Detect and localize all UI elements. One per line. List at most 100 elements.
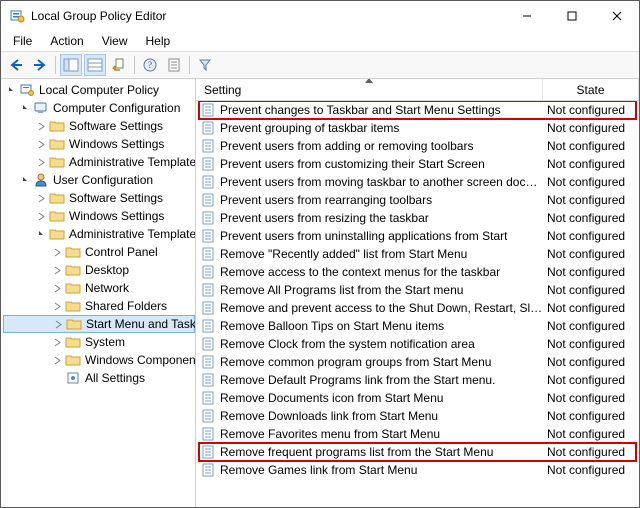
menu-action[interactable]: Action	[42, 33, 91, 49]
close-button[interactable]	[594, 1, 639, 31]
setting-state: Not configured	[543, 427, 639, 441]
setting-row[interactable]: Remove common program groups from Start …	[196, 353, 639, 371]
chevron-right-icon[interactable]	[51, 300, 63, 312]
chevron-down-icon[interactable]	[19, 174, 31, 186]
tree-item[interactable]: Software Settings	[3, 189, 195, 207]
menu-file[interactable]: File	[5, 33, 40, 49]
setting-row[interactable]: Remove frequent programs list from the S…	[196, 443, 639, 461]
tree-item[interactable]: System	[3, 333, 195, 351]
setting-row[interactable]: Prevent users from resizing the taskbarN…	[196, 209, 639, 227]
list-header: Setting State	[196, 79, 639, 101]
setting-row[interactable]: Prevent changes to Taskbar and Start Men…	[196, 101, 639, 119]
tree-item[interactable]: Windows Settings	[3, 207, 195, 225]
tree-item[interactable]: Network	[3, 279, 195, 297]
title-bar: Local Group Policy Editor	[1, 1, 639, 31]
toolbar-separator	[55, 56, 56, 74]
column-state[interactable]: State	[543, 79, 639, 100]
tree-admin-templates[interactable]: Administrative Templates	[3, 225, 195, 243]
tree-pane[interactable]: Local Computer Policy Computer Configura…	[1, 79, 196, 507]
setting-row[interactable]: Remove Clock from the system notificatio…	[196, 335, 639, 353]
setting-row[interactable]: Remove access to the context menus for t…	[196, 263, 639, 281]
show-tree-button[interactable]	[60, 54, 82, 76]
setting-row[interactable]: Remove Downloads link from Start MenuNot…	[196, 407, 639, 425]
tree-item[interactable]: Desktop	[3, 261, 195, 279]
setting-row[interactable]: Remove Favorites menu from Start Menu Not…	[196, 425, 639, 443]
policy-icon	[200, 192, 216, 208]
chevron-down-icon[interactable]	[35, 228, 47, 240]
view-standard-button[interactable]	[84, 54, 106, 76]
setting-row[interactable]: Remove Games link from Start MenuNot con…	[196, 461, 639, 479]
column-state-label: State	[576, 83, 604, 97]
setting-name: Remove common program groups from Start …	[220, 355, 491, 369]
setting-row[interactable]: Remove "Recently added" list from Start …	[196, 245, 639, 263]
setting-row[interactable]: Remove Balloon Tips on Start Menu itemsN…	[196, 317, 639, 335]
setting-name: Remove frequent programs list from the S…	[220, 445, 493, 459]
setting-row[interactable]: Remove Default Programs link from the St…	[196, 371, 639, 389]
maximize-button[interactable]	[549, 1, 594, 31]
setting-state: Not configured	[543, 337, 639, 351]
export-button[interactable]	[108, 54, 130, 76]
minimize-button[interactable]	[504, 1, 549, 31]
setting-row[interactable]: Prevent grouping of taskbar itemsNot con…	[196, 119, 639, 137]
setting-name: Prevent changes to Taskbar and Start Men…	[220, 103, 501, 117]
nav-forward-button[interactable]	[29, 54, 51, 76]
tree-item[interactable]: Windows Settings	[3, 135, 195, 153]
setting-row[interactable]: Remove Documents icon from Start MenuNot…	[196, 389, 639, 407]
menu-help[interactable]: Help	[138, 33, 179, 49]
policy-icon	[200, 390, 216, 406]
policy-icon	[200, 462, 216, 478]
setting-state: Not configured	[543, 193, 639, 207]
tree-item[interactable]: Software Settings	[3, 117, 195, 135]
chevron-right-icon[interactable]	[52, 318, 64, 330]
filter-button[interactable]	[194, 54, 216, 76]
setting-name: Prevent users from adding or removing to…	[220, 139, 473, 153]
setting-row[interactable]: Prevent users from rearranging toolbarsN…	[196, 191, 639, 209]
list-pane: Setting State Prevent changes to Taskbar…	[196, 79, 639, 507]
help-button[interactable]: ?	[139, 54, 161, 76]
menu-view[interactable]: View	[94, 33, 136, 49]
tree-item-start-menu-taskbar[interactable]: Start Menu and Taskbar	[3, 315, 195, 333]
setting-name: Remove Favorites menu from Start Menu	[220, 427, 440, 441]
window-title: Local Group Policy Editor	[31, 9, 504, 23]
policy-icon	[200, 102, 216, 118]
chevron-right-icon[interactable]	[51, 264, 63, 276]
chevron-right-icon[interactable]	[35, 192, 47, 204]
tree-computer-config[interactable]: Computer Configuration	[3, 99, 195, 117]
chevron-right-icon[interactable]	[51, 282, 63, 294]
setting-row[interactable]: Prevent users from uninstalling applicat…	[196, 227, 639, 245]
setting-row[interactable]: Prevent users from moving taskbar to ano…	[196, 173, 639, 191]
setting-state: Not configured	[543, 373, 639, 387]
tree-user-config[interactable]: User Configuration	[3, 171, 195, 189]
chevron-right-icon[interactable]	[35, 138, 47, 150]
list-rows[interactable]: Prevent changes to Taskbar and Start Men…	[196, 101, 639, 507]
setting-row[interactable]: Prevent users from adding or removing to…	[196, 137, 639, 155]
tree-item[interactable]: All Settings	[3, 369, 195, 387]
setting-state: Not configured	[543, 103, 639, 117]
chevron-down-icon[interactable]	[5, 84, 17, 96]
chevron-right-icon[interactable]	[35, 120, 47, 132]
folder-icon	[66, 316, 82, 332]
tree-item[interactable]: Shared Folders	[3, 297, 195, 315]
column-setting[interactable]: Setting	[196, 79, 543, 100]
setting-row[interactable]: Prevent users from customizing their Sta…	[196, 155, 639, 173]
setting-row[interactable]: Remove and prevent access to the Shut Do…	[196, 299, 639, 317]
policy-icon	[200, 408, 216, 424]
chevron-right-icon[interactable]	[51, 354, 63, 366]
setting-name: Remove Clock from the system notificatio…	[220, 337, 475, 351]
chevron-right-icon[interactable]	[35, 156, 47, 168]
setting-name: Prevent users from customizing their Sta…	[220, 157, 485, 171]
folder-icon	[65, 244, 81, 260]
nav-back-button[interactable]	[5, 54, 27, 76]
chevron-right-icon[interactable]	[35, 210, 47, 222]
app-window: Local Group Policy Editor File Action Vi…	[0, 0, 640, 508]
tree-root[interactable]: Local Computer Policy	[3, 81, 195, 99]
tree-item[interactable]: Control Panel	[3, 243, 195, 261]
setting-row[interactable]: Remove All Programs list from the Start …	[196, 281, 639, 299]
chevron-right-icon[interactable]	[51, 336, 63, 348]
chevron-down-icon[interactable]	[19, 102, 31, 114]
properties-button[interactable]	[163, 54, 185, 76]
toolbar: ?	[1, 51, 639, 79]
tree-item[interactable]: Administrative Templates	[3, 153, 195, 171]
chevron-right-icon[interactable]	[51, 246, 63, 258]
tree-item[interactable]: Windows Components	[3, 351, 195, 369]
